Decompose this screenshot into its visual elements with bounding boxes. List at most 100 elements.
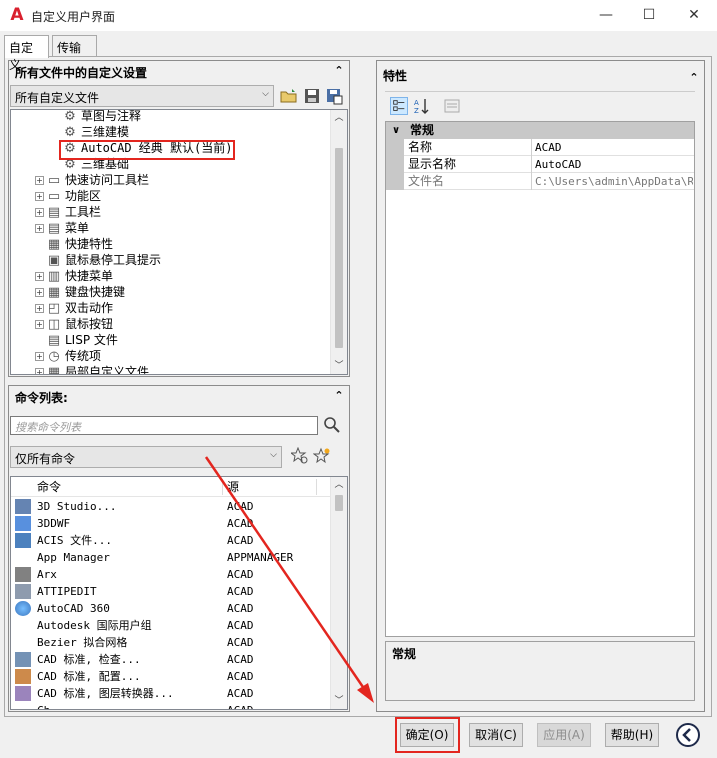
command-search-input[interactable]: 搜索命令列表	[10, 416, 318, 435]
command-row[interactable]: AutoCAD 360 ACAD	[11, 600, 331, 617]
command-list-header: 命令列表: ⌃	[9, 386, 349, 408]
tree-scrollbar[interactable]: ︿ ﹀	[330, 110, 347, 374]
new-command-star-icon[interactable]	[313, 447, 331, 465]
expand-toggle-icon[interactable]: +	[35, 288, 44, 297]
scroll-thumb[interactable]	[335, 495, 343, 511]
tab-customize[interactable]: 自定义	[4, 35, 49, 72]
tree-item[interactable]: + ▤ 菜单	[35, 220, 89, 236]
apply-button[interactable]: 应用(A)	[537, 723, 591, 747]
tree-item[interactable]: ▦ 快捷特性	[35, 236, 113, 252]
collapse-icon[interactable]: ⌃	[688, 71, 700, 85]
expand-toggle-icon[interactable]: +	[35, 272, 44, 281]
save-as-icon[interactable]	[325, 87, 343, 105]
expand-toggle-icon[interactable]: +	[35, 176, 44, 185]
expand-toggle-icon[interactable]: +	[35, 368, 44, 374]
property-row[interactable]: 名称 ACAD	[386, 139, 694, 156]
column-divider	[316, 479, 317, 495]
expand-toggle-icon[interactable]: +	[35, 304, 44, 313]
command-row[interactable]: Autodesk 国际用户组 ACAD	[11, 617, 331, 634]
close-button[interactable]: ✕	[671, 0, 717, 31]
command-row[interactable]: CAD 标准, 配置... ACAD	[11, 668, 331, 685]
command-row[interactable]: Arx ACAD	[11, 566, 331, 583]
command-source: ACAD	[227, 585, 254, 598]
search-icon[interactable]	[323, 416, 341, 434]
expand-toggle-icon[interactable]: +	[35, 224, 44, 233]
tree-item[interactable]: ⚙ 三维建模	[63, 124, 129, 140]
property-row[interactable]: 文件名 C:\Users\admin\AppData\Roaming	[386, 173, 694, 190]
expand-toggle-icon[interactable]: +	[35, 208, 44, 217]
maximize-button[interactable]: ☐	[626, 0, 672, 31]
toolbar-icon: ▤	[47, 204, 61, 220]
gear-icon: ⚙	[64, 124, 76, 140]
property-category[interactable]: ∨ 常规	[386, 122, 694, 139]
collapse-dialog-icon[interactable]	[675, 722, 701, 748]
command-list-scrollbar[interactable]: ︿ ﹀	[330, 477, 347, 709]
column-divider	[222, 479, 223, 495]
cancel-button[interactable]: 取消(C)	[469, 723, 523, 747]
chevron-down-icon: ⌵	[270, 450, 277, 460]
categorized-icon[interactable]	[390, 97, 408, 115]
tree-item[interactable]: ▤ LISP 文件	[35, 332, 118, 348]
command-row[interactable]: CAD 标准, 图层转换器... ACAD	[11, 685, 331, 702]
tree-item[interactable]: ▣ 鼠标悬停工具提示	[35, 252, 161, 268]
3ds-icon	[15, 499, 31, 514]
help-button[interactable]: 帮助(H)	[605, 723, 659, 747]
tree-item[interactable]: + ◰ 双击动作	[35, 300, 113, 316]
command-row[interactable]: CAD 标准, 检查... ACAD	[11, 651, 331, 668]
property-grid[interactable]: ∨ 常规 名称 ACAD 显示名称 AutoCAD 文件名 C:\Users\admin\…	[385, 121, 695, 637]
property-row[interactable]: 显示名称 AutoCAD	[386, 156, 694, 173]
customization-file-dropdown[interactable]: 所有自定义文件 ⌵	[10, 85, 274, 107]
minimize-button[interactable]: —	[583, 0, 629, 31]
customizations-tree[interactable]: ⚙ 草图与注释 ⚙ 三维建模 ⚙ AutoCAD 经典 默认(当前) ⚙ 三维基础 + ▭ 快速访问…	[10, 109, 348, 375]
tree-item[interactable]: + ▦ 局部自定义文件	[35, 364, 149, 374]
acis-icon	[15, 533, 31, 548]
column-source[interactable]: 源	[227, 477, 239, 497]
scroll-down-icon[interactable]: ﹀	[331, 693, 347, 709]
scroll-thumb[interactable]	[335, 148, 343, 348]
tree-item[interactable]: + ◫ 鼠标按钮	[35, 316, 113, 332]
tree-item[interactable]: + ◷ 传统项	[35, 348, 101, 364]
customization-file-value: 所有自定义文件	[15, 91, 100, 105]
open-file-icon[interactable]	[280, 87, 298, 105]
command-list[interactable]: 命令 源 3D Studio... ACAD 3DDWF ACAD ACIS 文件...…	[10, 476, 348, 710]
save-icon[interactable]	[303, 87, 321, 105]
column-command[interactable]: 命令	[37, 477, 61, 497]
expand-toggle-icon[interactable]: +	[35, 192, 44, 201]
tree-item[interactable]: + ▥ 快捷菜单	[35, 268, 113, 284]
alphabetical-sort-icon[interactable]: A Z	[413, 97, 431, 115]
expand-toggle-icon[interactable]: +	[35, 320, 44, 329]
command-row[interactable]: Bezier 拟合网格 ACAD	[11, 634, 331, 651]
expand-toggle-icon[interactable]: +	[35, 352, 44, 361]
tree-item[interactable]: + ▦ 键盘快捷键	[35, 284, 125, 300]
command-filter-dropdown[interactable]: 仅所有命令 ⌵	[10, 446, 282, 468]
tree-item[interactable]: ⚙ 草图与注释	[63, 110, 141, 124]
tree-item[interactable]: + ▤ 工具栏	[35, 204, 101, 220]
cad-standards-configure-icon	[15, 669, 31, 684]
tree-line	[35, 256, 44, 265]
command-name: 3DDWF	[37, 517, 71, 530]
tree-item[interactable]: + ▭ 快速访问工具栏	[35, 172, 149, 188]
command-row[interactable]: App Manager APPMANAGER	[11, 549, 331, 566]
command-row[interactable]: 3D Studio... ACAD	[11, 498, 331, 515]
property-value[interactable]: AutoCAD	[535, 156, 693, 173]
collapse-icon[interactable]: ⌃	[333, 64, 345, 78]
quick-access-toolbar-icon: ▭	[47, 172, 61, 188]
command-source: ACAD	[227, 602, 254, 615]
scroll-up-icon[interactable]: ︿	[331, 477, 347, 493]
command-name: Arx	[37, 568, 57, 581]
chevron-down-icon[interactable]: ∨	[392, 122, 400, 139]
command-row[interactable]: ATTIPEDIT ACAD	[11, 583, 331, 600]
customizations-panel: 所有文件中的自定义设置 ⌃ 所有自定义文件 ⌵ ⚙ 草图与注释 ⚙ 三维建模 ⚙ Auto…	[8, 60, 350, 377]
command-row[interactable]: ACIS 文件... ACAD	[11, 532, 331, 549]
command-row[interactable]: Ch... ACAD	[11, 702, 331, 709]
collapse-icon[interactable]: ⌃	[333, 389, 345, 403]
scroll-up-icon[interactable]: ︿	[331, 110, 347, 126]
property-value[interactable]: ACAD	[535, 139, 693, 156]
tree-item[interactable]: + ▭ 功能区	[35, 188, 101, 204]
command-row[interactable]: 3DDWF ACAD	[11, 515, 331, 532]
property-value[interactable]: C:\Users\admin\AppData\Roaming	[535, 173, 693, 190]
find-command-star-icon[interactable]	[291, 447, 309, 465]
autocad-360-icon	[15, 601, 31, 616]
tab-transfer[interactable]: 传输	[52, 35, 97, 57]
scroll-down-icon[interactable]: ﹀	[331, 358, 347, 374]
